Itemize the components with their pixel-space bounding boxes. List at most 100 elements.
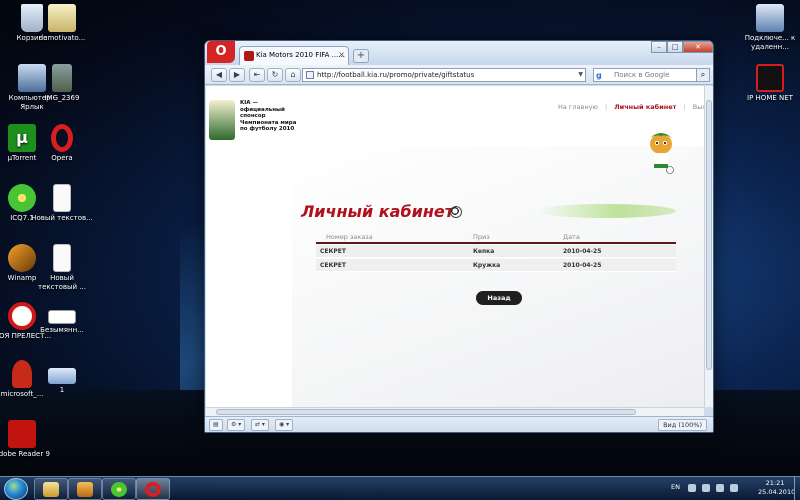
back-page-button[interactable]: Назад: [476, 291, 522, 305]
table-row: СЕКРЕТ Кепка 2010-04-25: [316, 245, 676, 258]
title-bar[interactable]: O Kia Motors 2010 FIFA ...... × + – □ ✕: [205, 41, 713, 65]
network-icon[interactable]: [702, 484, 710, 492]
search-icon[interactable]: ⌕: [696, 68, 710, 82]
search-placeholder: Поиск в Google: [614, 71, 670, 79]
header-date: Дата: [563, 233, 580, 241]
minimize-button[interactable]: –: [651, 41, 667, 53]
page-viewport: KIA — официальный спонсор Чемпионата мир…: [206, 86, 704, 407]
tray-arrow-icon[interactable]: [688, 484, 696, 492]
reload-button[interactable]: ↻: [267, 68, 283, 82]
clock[interactable]: 21:21 25.04.2010: [758, 479, 796, 497]
nav-separator: |: [683, 103, 686, 111]
start-button[interactable]: [4, 478, 28, 500]
top-navigation: На главную | Личный кабинет | Выход: [558, 103, 704, 111]
nav-separator: |: [604, 103, 608, 111]
desktop-icon-ip-home-net[interactable]: IP HOME NET: [738, 64, 800, 103]
cell-date: 2010-04-25: [563, 248, 602, 255]
language-indicator[interactable]: EN: [671, 483, 680, 491]
nav-logout-link[interactable]: Выход: [693, 103, 704, 111]
home-button[interactable]: ⌂: [285, 68, 301, 82]
opera-browser-window[interactable]: O Kia Motors 2010 FIFA ...... × + – □ ✕ …: [204, 40, 714, 433]
cell-order: СЕКРЕТ: [320, 262, 346, 269]
vertical-scrollbar[interactable]: [704, 86, 713, 407]
sponsor-text: KIA — официальный спонсор Чемпионата мир…: [240, 100, 297, 132]
icq-icon: [111, 482, 127, 497]
page-icon: [306, 71, 314, 79]
desktop-icon-text-1[interactable]: Новый текстов...: [30, 184, 94, 223]
office-icon: [12, 360, 32, 388]
folder-icon: [43, 482, 59, 497]
desktop-icon-remote-desktop[interactable]: Подключе... к удаленн...: [738, 4, 800, 52]
desktop-icon-demotivators[interactable]: demotivato...: [30, 4, 94, 43]
taskbar-explorer[interactable]: [34, 478, 68, 500]
chevron-down-icon[interactable]: ▼: [578, 69, 583, 81]
scrollbar-thumb[interactable]: [216, 409, 636, 415]
google-icon: g: [596, 71, 602, 80]
tab-close-icon[interactable]: ×: [338, 50, 345, 59]
kia-favicon-icon: [244, 51, 254, 61]
opera-icon: [51, 124, 73, 152]
desktop-icon-img-2369[interactable]: IMG_2369: [30, 64, 94, 103]
system-tray: EN 21:21 25.04.2010: [652, 479, 796, 499]
zoom-control[interactable]: Вид (100%): [658, 419, 707, 431]
address-url: http://football.kia.ru/promo/private/gif…: [317, 71, 475, 79]
image-icon: [48, 368, 76, 384]
cell-order: СЕКРЕТ: [320, 248, 346, 255]
back-button[interactable]: ◀: [211, 68, 227, 82]
football-icon: [450, 206, 462, 218]
show-desktop-button[interactable]: [794, 477, 800, 500]
clock-time: 21:21: [765, 479, 785, 487]
image-folder-icon: [48, 4, 76, 32]
grass-decoration: [536, 204, 676, 218]
status-bar: ▤ ⚙ ▾ ⇄ ▾ ◉ ▾ Вид (100%): [205, 416, 713, 432]
opera-icon: [145, 482, 161, 497]
nav-cabinet-link[interactable]: Личный кабинет: [614, 103, 676, 111]
header-order-number: Номер заказа: [326, 233, 373, 241]
desktop-icon-text-2[interactable]: Новый текстовый ...: [30, 244, 94, 292]
new-tab-button[interactable]: +: [353, 49, 369, 63]
turbo-icon[interactable]: ⚙ ▾: [227, 419, 246, 431]
text-file-icon: [53, 244, 71, 272]
tab-kia-motors[interactable]: Kia Motors 2010 FIFA ...... ×: [239, 46, 349, 65]
bitmap-icon: [48, 310, 76, 324]
taskbar-icq[interactable]: [102, 478, 136, 500]
orders-table-header: Номер заказа Приз Дата: [316, 230, 676, 244]
desktop-icon-opera[interactable]: Opera: [30, 124, 94, 163]
search-input[interactable]: g Поиск в Google: [593, 68, 697, 82]
forward-button[interactable]: ▶: [229, 68, 245, 82]
table-row: СЕКРЕТ Кружка 2010-04-25: [316, 259, 676, 272]
wand-button[interactable]: ⇤: [249, 68, 265, 82]
zakumi-mascot-icon: [650, 133, 674, 174]
tab-title: Kia Motors 2010 FIFA ......: [256, 51, 346, 59]
opera-link-icon[interactable]: ◉ ▾: [275, 419, 294, 431]
desktop-icon-untitled[interactable]: Безымянн...: [30, 310, 94, 335]
unite-icon[interactable]: ⇄ ▾: [251, 419, 269, 431]
close-button[interactable]: ✕: [683, 41, 713, 53]
panel-toggle-icon[interactable]: ▤: [209, 419, 223, 431]
fifa-world-cup-logo: [209, 100, 235, 140]
cell-prize: Кепка: [473, 248, 495, 255]
horizontal-scrollbar[interactable]: [206, 407, 704, 416]
address-bar[interactable]: http://football.kia.ru/promo/private/gif…: [302, 68, 586, 82]
desktop-icon-1[interactable]: 1: [30, 368, 94, 395]
scrollbar-thumb[interactable]: [706, 100, 712, 370]
nav-home-link[interactable]: На главную: [558, 103, 598, 111]
action-center-icon[interactable]: [716, 484, 724, 492]
page-title: Личный кабинет: [301, 202, 455, 221]
taskbar: EN 21:21 25.04.2010: [0, 476, 800, 500]
taskbar-media-player[interactable]: [68, 478, 102, 500]
ip-home-net-icon: [756, 64, 784, 92]
volume-icon[interactable]: [730, 484, 738, 492]
page-background: [292, 146, 704, 407]
cell-prize: Кружка: [473, 262, 501, 269]
taskbar-opera[interactable]: [136, 478, 170, 500]
navigation-toolbar: ◀ ▶ ⇤ ↻ ⌂ http://football.kia.ru/promo/p…: [205, 65, 713, 85]
acrobat-icon: [8, 420, 36, 448]
clock-date: 25.04.2010: [758, 488, 796, 496]
desktop-icon-adobe-reader[interactable]: Adobe Reader 9: [0, 420, 54, 459]
photo-icon: [52, 64, 72, 92]
text-file-icon: [53, 184, 71, 212]
cell-date: 2010-04-25: [563, 262, 602, 269]
opera-menu-button[interactable]: O: [207, 41, 235, 63]
maximize-button[interactable]: □: [667, 41, 683, 53]
